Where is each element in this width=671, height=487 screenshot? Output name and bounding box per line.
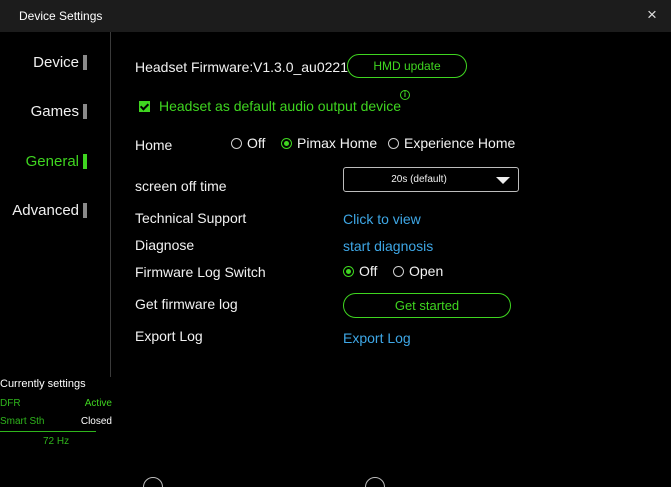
audio-default-label: Headset as default audio output device [159, 98, 402, 114]
radio-selected-icon [281, 138, 292, 149]
audio-default-checkbox[interactable] [139, 101, 150, 112]
home-option-off[interactable]: Off [231, 135, 265, 151]
get-started-button[interactable]: Get started [343, 293, 511, 318]
screen-off-select[interactable]: 20s (default) [343, 167, 519, 192]
sidebar-indicator [83, 203, 87, 218]
current-settings-divider [0, 431, 96, 432]
export-log-label: Export Log [135, 328, 203, 344]
sidebar-item-games[interactable]: Games [0, 101, 110, 125]
hmd-update-button[interactable]: HMD update [347, 54, 467, 78]
sidebar-item-advanced[interactable]: Advanced [0, 200, 110, 224]
close-icon[interactable]: × [647, 5, 657, 25]
log-switch-option-open[interactable]: Open [393, 263, 443, 279]
home-label: Home [135, 137, 173, 153]
home-option-experience-home[interactable]: Experience Home [388, 135, 515, 151]
sidebar-indicator [83, 104, 87, 119]
radio-icon [231, 138, 242, 149]
click-to-view-link[interactable]: Click to view [343, 211, 421, 227]
setting-key: Smart Sth [0, 416, 45, 427]
title-bar: Device Settings × [0, 0, 671, 32]
home-option-pimax-home[interactable]: Pimax Home [281, 135, 377, 151]
radio-label: Pimax Home [297, 135, 378, 151]
start-diagnosis-link[interactable]: start diagnosis [343, 238, 433, 254]
setting-key: DFR [0, 398, 21, 409]
diagnose-label: Diagnose [135, 237, 195, 253]
radio-label: Open [409, 263, 444, 279]
screen-off-label: screen off time [135, 178, 227, 194]
sidebar-item-general[interactable]: General [0, 151, 110, 175]
sidebar-item-label: Device [33, 54, 79, 71]
radio-label: Experience Home [404, 135, 516, 151]
radio-label: Off [247, 135, 266, 151]
general-settings-panel: Headset Firmware: V1.3.0_au0221 HMD upda… [111, 32, 671, 487]
sidebar-item-label: General [25, 153, 79, 170]
radio-icon [388, 138, 399, 149]
setting-value: Active [84, 398, 112, 409]
setting-value: Closed [80, 416, 112, 427]
firmware-log-switch-label: Firmware Log Switch [135, 264, 266, 280]
firmware-version: V1.3.0_au0221 [253, 59, 348, 75]
export-log-link[interactable]: Export Log [343, 330, 411, 346]
refresh-rate-value: 72 Hz [43, 436, 70, 447]
sidebar-item-label: Games [30, 103, 79, 120]
get-firmware-log-label: Get firmware log [135, 296, 238, 312]
sidebar-indicator [83, 154, 87, 169]
radio-label: Off [359, 263, 378, 279]
sidebar-item-label: Advanced [12, 202, 79, 219]
sidebar: Device Games General Advanced [0, 32, 110, 377]
technical-support-label: Technical Support [135, 210, 247, 226]
current-settings-title: Currently settings [0, 378, 86, 390]
log-switch-option-off[interactable]: Off [343, 263, 377, 279]
radio-selected-icon [343, 266, 354, 277]
window-title: Device Settings [19, 9, 103, 23]
firmware-label: Headset Firmware: [135, 59, 254, 75]
sidebar-indicator [83, 55, 87, 70]
select-value: 20s (default) [391, 174, 447, 185]
sidebar-item-device[interactable]: Device [0, 52, 110, 76]
info-icon[interactable]: i [400, 90, 410, 100]
caret-down-icon [496, 177, 510, 184]
radio-icon [393, 266, 404, 277]
